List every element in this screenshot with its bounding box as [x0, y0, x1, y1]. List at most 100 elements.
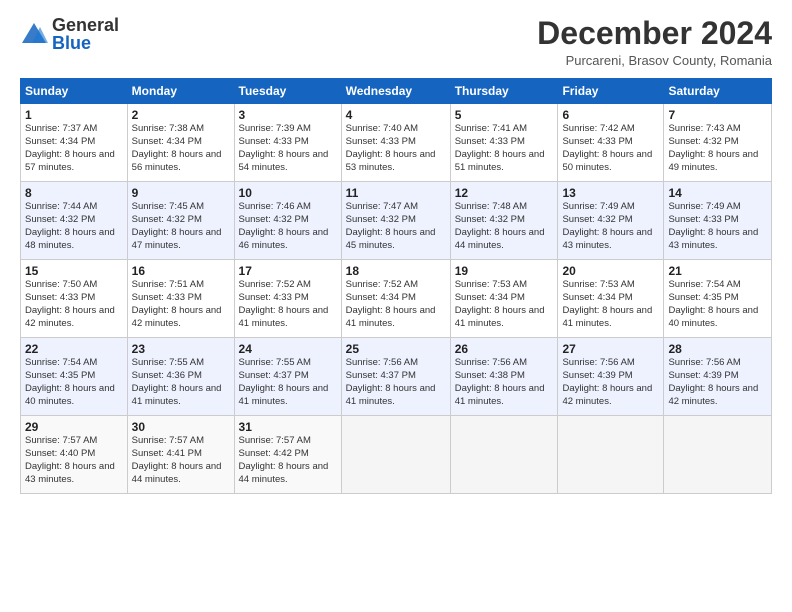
day-info: Sunrise: 7:41 AM Sunset: 4:33 PM Dayligh… — [455, 123, 554, 174]
table-cell: 4 Sunrise: 7:40 AM Sunset: 4:33 PM Dayli… — [341, 104, 450, 182]
day-number: 21 — [668, 264, 767, 278]
page: General Blue December 2024 Purcareni, Br… — [0, 0, 792, 612]
table-cell: 10 Sunrise: 7:46 AM Sunset: 4:32 PM Dayl… — [234, 182, 341, 260]
day-number: 4 — [346, 108, 446, 122]
logo-icon — [20, 21, 48, 49]
day-info: Sunrise: 7:56 AM Sunset: 4:37 PM Dayligh… — [346, 357, 446, 408]
calendar-table: Sunday Monday Tuesday Wednesday Thursday… — [20, 78, 772, 494]
table-cell: 6 Sunrise: 7:42 AM Sunset: 4:33 PM Dayli… — [558, 104, 664, 182]
day-number: 23 — [132, 342, 230, 356]
calendar-row-5: 29 Sunrise: 7:57 AM Sunset: 4:40 PM Dayl… — [21, 416, 772, 494]
table-cell: 13 Sunrise: 7:49 AM Sunset: 4:32 PM Dayl… — [558, 182, 664, 260]
calendar-row-3: 15 Sunrise: 7:50 AM Sunset: 4:33 PM Dayl… — [21, 260, 772, 338]
day-info: Sunrise: 7:54 AM Sunset: 4:35 PM Dayligh… — [668, 279, 767, 330]
day-info: Sunrise: 7:51 AM Sunset: 4:33 PM Dayligh… — [132, 279, 230, 330]
day-number: 25 — [346, 342, 446, 356]
table-cell — [558, 416, 664, 494]
table-cell: 15 Sunrise: 7:50 AM Sunset: 4:33 PM Dayl… — [21, 260, 128, 338]
day-info: Sunrise: 7:49 AM Sunset: 4:33 PM Dayligh… — [668, 201, 767, 252]
header: General Blue December 2024 Purcareni, Br… — [20, 16, 772, 68]
table-cell: 11 Sunrise: 7:47 AM Sunset: 4:32 PM Dayl… — [341, 182, 450, 260]
table-cell: 30 Sunrise: 7:57 AM Sunset: 4:41 PM Dayl… — [127, 416, 234, 494]
day-info: Sunrise: 7:53 AM Sunset: 4:34 PM Dayligh… — [562, 279, 659, 330]
table-cell: 27 Sunrise: 7:56 AM Sunset: 4:39 PM Dayl… — [558, 338, 664, 416]
header-wednesday: Wednesday — [341, 79, 450, 104]
day-info: Sunrise: 7:53 AM Sunset: 4:34 PM Dayligh… — [455, 279, 554, 330]
day-info: Sunrise: 7:56 AM Sunset: 4:39 PM Dayligh… — [668, 357, 767, 408]
day-info: Sunrise: 7:45 AM Sunset: 4:32 PM Dayligh… — [132, 201, 230, 252]
day-info: Sunrise: 7:49 AM Sunset: 4:32 PM Dayligh… — [562, 201, 659, 252]
day-number: 20 — [562, 264, 659, 278]
day-number: 11 — [346, 186, 446, 200]
day-number: 8 — [25, 186, 123, 200]
logo-general: General — [52, 16, 119, 34]
day-info: Sunrise: 7:54 AM Sunset: 4:35 PM Dayligh… — [25, 357, 123, 408]
day-number: 22 — [25, 342, 123, 356]
header-tuesday: Tuesday — [234, 79, 341, 104]
day-number: 27 — [562, 342, 659, 356]
table-cell: 1 Sunrise: 7:37 AM Sunset: 4:34 PM Dayli… — [21, 104, 128, 182]
day-info: Sunrise: 7:47 AM Sunset: 4:32 PM Dayligh… — [346, 201, 446, 252]
table-cell — [341, 416, 450, 494]
day-info: Sunrise: 7:57 AM Sunset: 4:40 PM Dayligh… — [25, 435, 123, 486]
table-cell: 17 Sunrise: 7:52 AM Sunset: 4:33 PM Dayl… — [234, 260, 341, 338]
table-cell: 9 Sunrise: 7:45 AM Sunset: 4:32 PM Dayli… — [127, 182, 234, 260]
calendar-row-2: 8 Sunrise: 7:44 AM Sunset: 4:32 PM Dayli… — [21, 182, 772, 260]
table-cell: 23 Sunrise: 7:55 AM Sunset: 4:36 PM Dayl… — [127, 338, 234, 416]
day-info: Sunrise: 7:57 AM Sunset: 4:41 PM Dayligh… — [132, 435, 230, 486]
day-number: 16 — [132, 264, 230, 278]
day-number: 1 — [25, 108, 123, 122]
day-info: Sunrise: 7:55 AM Sunset: 4:37 PM Dayligh… — [239, 357, 337, 408]
day-number: 29 — [25, 420, 123, 434]
table-cell: 5 Sunrise: 7:41 AM Sunset: 4:33 PM Dayli… — [450, 104, 558, 182]
day-number: 24 — [239, 342, 337, 356]
day-number: 15 — [25, 264, 123, 278]
table-cell: 8 Sunrise: 7:44 AM Sunset: 4:32 PM Dayli… — [21, 182, 128, 260]
day-number: 6 — [562, 108, 659, 122]
table-cell: 22 Sunrise: 7:54 AM Sunset: 4:35 PM Dayl… — [21, 338, 128, 416]
calendar-row-4: 22 Sunrise: 7:54 AM Sunset: 4:35 PM Dayl… — [21, 338, 772, 416]
day-info: Sunrise: 7:44 AM Sunset: 4:32 PM Dayligh… — [25, 201, 123, 252]
table-cell: 18 Sunrise: 7:52 AM Sunset: 4:34 PM Dayl… — [341, 260, 450, 338]
header-sunday: Sunday — [21, 79, 128, 104]
day-info: Sunrise: 7:50 AM Sunset: 4:33 PM Dayligh… — [25, 279, 123, 330]
day-info: Sunrise: 7:52 AM Sunset: 4:34 PM Dayligh… — [346, 279, 446, 330]
title-block: December 2024 Purcareni, Brasov County, … — [537, 16, 772, 68]
table-cell: 31 Sunrise: 7:57 AM Sunset: 4:42 PM Dayl… — [234, 416, 341, 494]
day-number: 2 — [132, 108, 230, 122]
table-cell: 26 Sunrise: 7:56 AM Sunset: 4:38 PM Dayl… — [450, 338, 558, 416]
day-info: Sunrise: 7:52 AM Sunset: 4:33 PM Dayligh… — [239, 279, 337, 330]
day-number: 19 — [455, 264, 554, 278]
table-cell: 29 Sunrise: 7:57 AM Sunset: 4:40 PM Dayl… — [21, 416, 128, 494]
weekday-header-row: Sunday Monday Tuesday Wednesday Thursday… — [21, 79, 772, 104]
table-cell: 19 Sunrise: 7:53 AM Sunset: 4:34 PM Dayl… — [450, 260, 558, 338]
table-cell — [450, 416, 558, 494]
day-info: Sunrise: 7:40 AM Sunset: 4:33 PM Dayligh… — [346, 123, 446, 174]
day-info: Sunrise: 7:42 AM Sunset: 4:33 PM Dayligh… — [562, 123, 659, 174]
day-number: 30 — [132, 420, 230, 434]
day-number: 7 — [668, 108, 767, 122]
month-title: December 2024 — [537, 16, 772, 51]
table-cell: 2 Sunrise: 7:38 AM Sunset: 4:34 PM Dayli… — [127, 104, 234, 182]
day-number: 17 — [239, 264, 337, 278]
day-number: 18 — [346, 264, 446, 278]
day-number: 3 — [239, 108, 337, 122]
table-cell: 7 Sunrise: 7:43 AM Sunset: 4:32 PM Dayli… — [664, 104, 772, 182]
table-cell — [664, 416, 772, 494]
location: Purcareni, Brasov County, Romania — [537, 53, 772, 68]
day-info: Sunrise: 7:43 AM Sunset: 4:32 PM Dayligh… — [668, 123, 767, 174]
table-cell: 25 Sunrise: 7:56 AM Sunset: 4:37 PM Dayl… — [341, 338, 450, 416]
day-number: 28 — [668, 342, 767, 356]
logo: General Blue — [20, 16, 119, 52]
day-number: 9 — [132, 186, 230, 200]
table-cell: 28 Sunrise: 7:56 AM Sunset: 4:39 PM Dayl… — [664, 338, 772, 416]
table-cell: 3 Sunrise: 7:39 AM Sunset: 4:33 PM Dayli… — [234, 104, 341, 182]
day-number: 14 — [668, 186, 767, 200]
day-info: Sunrise: 7:57 AM Sunset: 4:42 PM Dayligh… — [239, 435, 337, 486]
table-cell: 16 Sunrise: 7:51 AM Sunset: 4:33 PM Dayl… — [127, 260, 234, 338]
table-cell: 14 Sunrise: 7:49 AM Sunset: 4:33 PM Dayl… — [664, 182, 772, 260]
header-saturday: Saturday — [664, 79, 772, 104]
table-cell: 21 Sunrise: 7:54 AM Sunset: 4:35 PM Dayl… — [664, 260, 772, 338]
day-info: Sunrise: 7:55 AM Sunset: 4:36 PM Dayligh… — [132, 357, 230, 408]
day-info: Sunrise: 7:56 AM Sunset: 4:38 PM Dayligh… — [455, 357, 554, 408]
